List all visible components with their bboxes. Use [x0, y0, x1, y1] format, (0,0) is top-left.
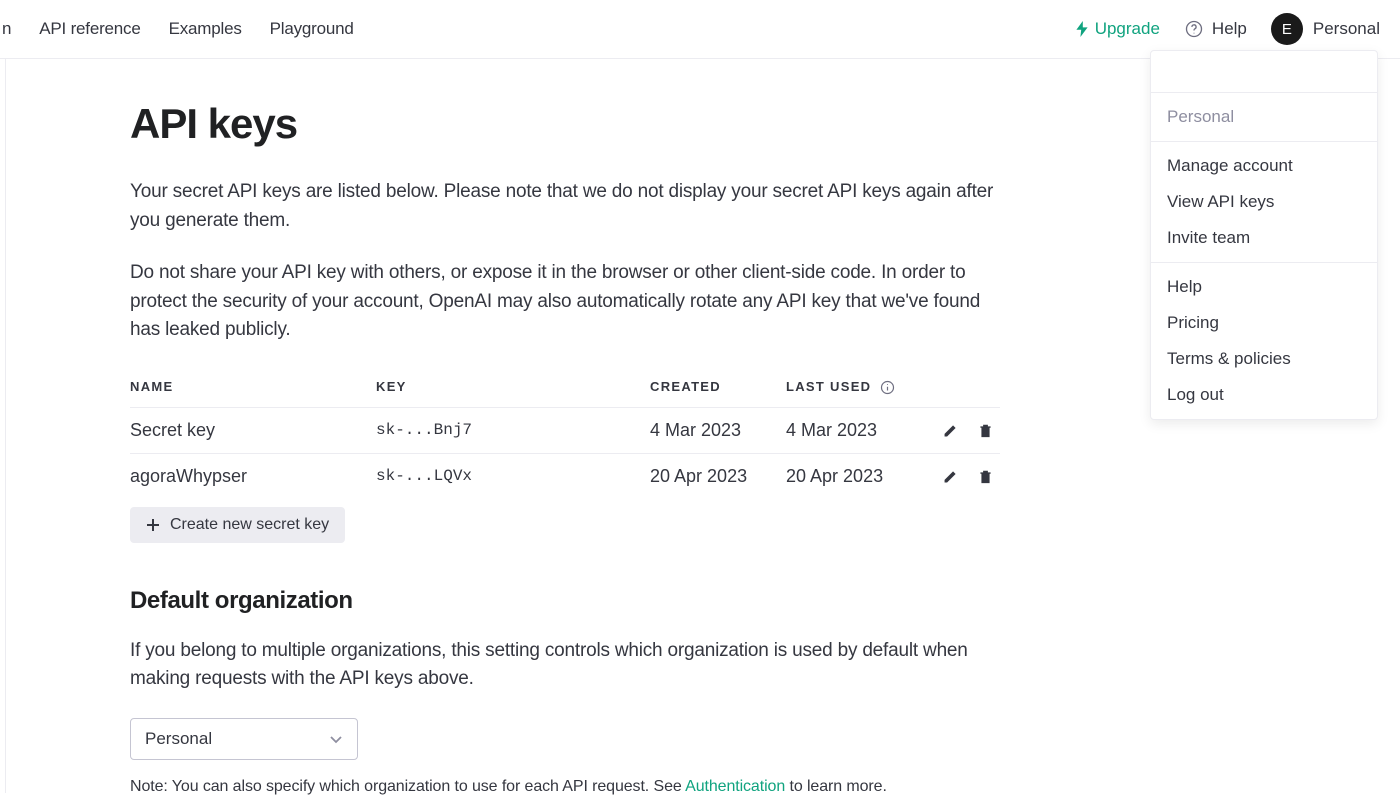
col-name: NAME — [130, 369, 376, 408]
nav-link-examples[interactable]: Examples — [169, 19, 242, 39]
key-value: sk-...LQVx — [376, 453, 650, 499]
dropdown-blank-header — [1151, 51, 1377, 93]
default-org-heading: Default organization — [130, 587, 1000, 615]
intro-paragraph-1: Your secret API keys are listed below. P… — [130, 178, 1000, 235]
account-dropdown: Personal Manage account View API keys In… — [1150, 50, 1378, 420]
key-last-used: 4 Mar 2023 — [786, 407, 936, 453]
row-actions — [936, 468, 1000, 485]
help-button[interactable]: Help — [1184, 19, 1247, 39]
lightning-icon — [1075, 21, 1089, 37]
create-button-label: Create new secret key — [170, 516, 329, 534]
avatar: E — [1271, 13, 1303, 45]
create-secret-key-button[interactable]: Create new secret key — [130, 507, 345, 543]
top-right: Upgrade Help E Personal — [1075, 13, 1380, 45]
delete-icon[interactable] — [977, 422, 994, 439]
dropdown-org-label: Personal — [1151, 99, 1377, 135]
col-last-used: LAST USED — [786, 369, 936, 408]
key-created: 20 Apr 2023 — [650, 453, 786, 499]
upgrade-button[interactable]: Upgrade — [1075, 19, 1160, 39]
sidebar — [0, 59, 6, 793]
dropdown-manage-account[interactable]: Manage account — [1151, 148, 1377, 184]
dropdown-invite-team[interactable]: Invite team — [1151, 220, 1377, 256]
row-actions — [936, 422, 1000, 439]
col-key: KEY — [376, 369, 650, 408]
dropdown-help[interactable]: Help — [1151, 269, 1377, 305]
delete-icon[interactable] — [977, 468, 994, 485]
help-label: Help — [1212, 19, 1247, 39]
info-icon[interactable] — [880, 380, 895, 395]
nav-link-api-reference[interactable]: API reference — [39, 19, 140, 39]
table-header-row: NAME KEY CREATED LAST USED — [130, 369, 1000, 408]
intro-paragraph-2: Do not share your API key with others, o… — [130, 259, 1000, 345]
upgrade-label: Upgrade — [1095, 19, 1160, 39]
table-row: Secret key sk-...Bnj7 4 Mar 2023 4 Mar 2… — [130, 407, 1000, 453]
col-created: CREATED — [650, 369, 786, 408]
dropdown-pricing[interactable]: Pricing — [1151, 305, 1377, 341]
account-menu-trigger[interactable]: E Personal — [1271, 13, 1380, 45]
key-name: Secret key — [130, 407, 376, 453]
help-icon — [1184, 19, 1204, 39]
nav-links: n API reference Examples Playground — [0, 19, 1075, 39]
key-last-used: 20 Apr 2023 — [786, 453, 936, 499]
dropdown-view-api-keys[interactable]: View API keys — [1151, 184, 1377, 220]
plus-icon — [146, 518, 160, 532]
chevron-down-icon — [329, 732, 343, 746]
nav-link-truncated: n — [2, 19, 11, 39]
page-title: API keys — [130, 100, 1000, 148]
dropdown-terms[interactable]: Terms & policies — [1151, 341, 1377, 377]
default-org-paragraph: If you belong to multiple organizations,… — [130, 637, 1000, 694]
default-org-select[interactable]: Personal — [130, 718, 358, 760]
key-name: agoraWhypser — [130, 453, 376, 499]
edit-icon[interactable] — [942, 468, 959, 485]
key-value: sk-...Bnj7 — [376, 407, 650, 453]
account-label: Personal — [1313, 19, 1380, 39]
dropdown-log-out[interactable]: Log out — [1151, 377, 1377, 413]
authentication-link[interactable]: Authentication — [685, 778, 785, 795]
edit-icon[interactable] — [942, 422, 959, 439]
key-created: 4 Mar 2023 — [650, 407, 786, 453]
api-keys-table: NAME KEY CREATED LAST USED Secret key sk… — [130, 369, 1000, 499]
main-content: API keys Your secret API keys are listed… — [130, 100, 1000, 796]
table-row: agoraWhypser sk-...LQVx 20 Apr 2023 20 A… — [130, 453, 1000, 499]
nav-link-playground[interactable]: Playground — [270, 19, 354, 39]
select-value: Personal — [145, 729, 212, 749]
